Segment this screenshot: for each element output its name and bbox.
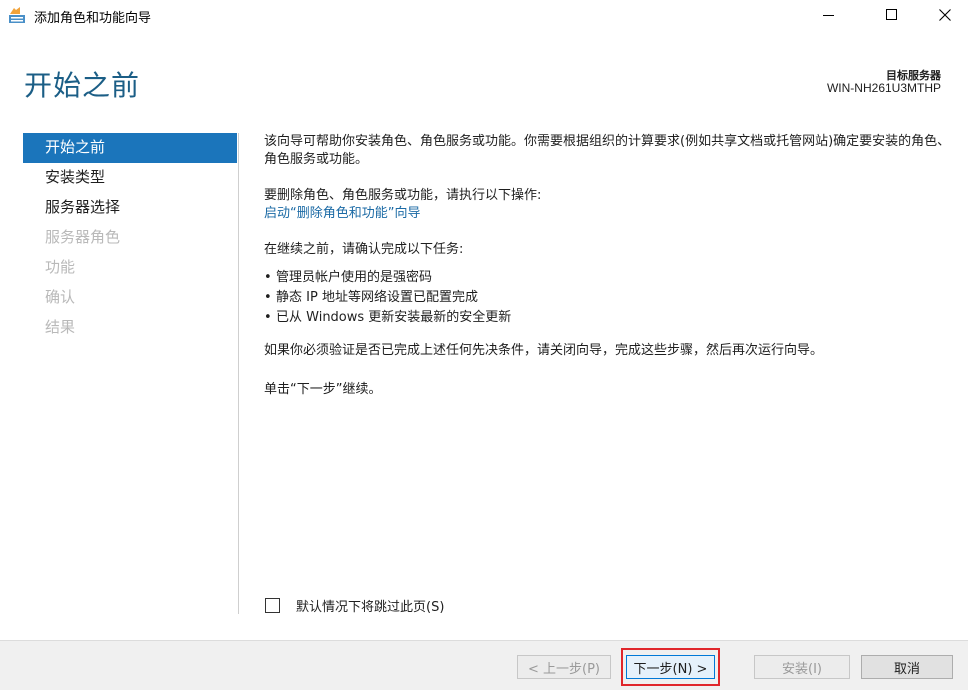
- wizard-app-icon: [8, 6, 26, 24]
- task-item: 静态 IP 地址等网络设置已配置完成: [264, 289, 954, 307]
- minimize-icon: [823, 9, 835, 21]
- target-server-name: WIN-NH261U3MTHP: [826, 81, 941, 95]
- intro-text: 该向导可帮助你安装角色、角色服务或功能。你需要根据组织的计算要求(例如共享文档或…: [264, 134, 951, 167]
- task-item: 管理员帐户使用的是强密码: [264, 269, 954, 287]
- footer-bar: < 上一步(P) 下一步(N) > 安装(I) 取消: [0, 640, 968, 690]
- skip-page-option[interactable]: 默认情况下将跳过此页(S): [265, 596, 444, 615]
- verify-note: 如果你必须验证是否已完成上述任何先决条件，请关闭向导，完成这些步骤，然后再次运行…: [264, 343, 824, 358]
- step-features: 功能: [45, 258, 76, 276]
- skip-page-label: 默认情况下将跳过此页(S): [296, 600, 445, 615]
- step-server-selection[interactable]: 服务器选择: [23, 193, 237, 223]
- maximize-icon: [886, 9, 898, 21]
- page-title: 开始之前: [24, 69, 141, 102]
- previous-button[interactable]: < 上一步(P): [517, 655, 611, 679]
- step-results: 结果: [45, 318, 76, 336]
- main-content: 该向导可帮助你安装角色、角色服务或功能。你需要根据组织的计算要求(例如共享文档或…: [264, 133, 954, 399]
- step-before-you-begin[interactable]: 开始之前: [23, 133, 237, 163]
- continue-note: 单击“下一步”继续。: [264, 382, 382, 397]
- step-installation-type[interactable]: 安装类型: [23, 163, 237, 193]
- window-title: 添加角色和功能向导: [34, 11, 152, 26]
- title-bar: 添加角色和功能向导: [0, 0, 968, 30]
- close-button[interactable]: [922, 0, 968, 30]
- wizard-step-list: 开始之前 安装类型 服务器选择 服务器角色 功能 确认 结果: [23, 133, 237, 343]
- skip-page-checkbox[interactable]: [265, 598, 280, 613]
- task-list: 管理员帐户使用的是强密码 静态 IP 地址等网络设置已配置完成 已从 Windo…: [264, 269, 954, 327]
- next-button[interactable]: 下一步(N) >: [626, 655, 715, 679]
- remove-roles-link[interactable]: 启动“删除角色和功能”向导: [264, 205, 954, 223]
- nav-divider: [238, 133, 239, 614]
- cancel-button[interactable]: 取消: [861, 655, 953, 679]
- step-server-roles: 服务器角色: [45, 228, 121, 246]
- close-icon: [939, 9, 951, 21]
- task-item: 已从 Windows 更新安装最新的安全更新: [264, 309, 954, 327]
- install-button[interactable]: 安装(I): [754, 655, 850, 679]
- step-confirmation: 确认: [45, 288, 76, 306]
- minimize-button[interactable]: [806, 0, 852, 30]
- maximize-button[interactable]: [869, 0, 915, 30]
- confirm-heading: 在继续之前，请确认完成以下任务:: [264, 242, 464, 257]
- remove-heading: 要删除角色、角色服务或功能，请执行以下操作:: [264, 188, 542, 203]
